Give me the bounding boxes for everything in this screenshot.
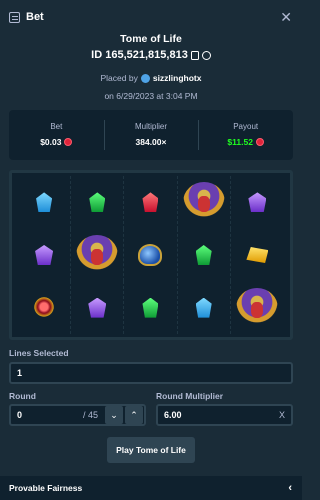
provable-fairness-label: Provable Fairness <box>9 483 83 493</box>
username-link[interactable]: sizzlinghotx <box>153 73 202 83</box>
lines-value: 1 <box>17 368 23 378</box>
yellow-gem-icon <box>246 246 269 263</box>
green-gem-icon <box>195 244 212 265</box>
scarab-icon <box>138 243 163 266</box>
stat-payout-value: $11.52 <box>227 137 253 147</box>
round-multiplier-value: 6.00 <box>164 410 182 420</box>
provable-fairness-toggle[interactable]: Provable Fairness ‹ <box>0 476 302 500</box>
reel-cell <box>124 281 178 334</box>
round-value: 0 <box>17 410 23 420</box>
bet-stats: Bet $0.03 Multiplier 384.00× Payout $11.… <box>9 110 293 160</box>
copy-icon[interactable] <box>190 50 199 60</box>
vip-star-icon <box>140 73 150 83</box>
stat-payout-label: Payout <box>233 122 259 131</box>
bet-date: on 6/29/2023 at 3:04 PM <box>104 91 198 101</box>
round-label: Round <box>9 391 36 401</box>
link-icon[interactable] <box>201 50 211 60</box>
stat-bet: Bet $0.03 <box>9 110 104 160</box>
close-icon[interactable]: ✕ <box>280 9 292 26</box>
game-name[interactable]: Tome of Life <box>0 33 302 45</box>
modal-header: Bet ✕ <box>0 0 302 34</box>
round-multiplier-input[interactable]: 6.00 X <box>156 404 293 426</box>
pharaoh-icon <box>236 287 279 328</box>
reel-cell <box>178 228 231 282</box>
stat-bet-label: Bet <box>50 122 63 131</box>
green-gem-icon <box>89 192 106 213</box>
purple-gem-icon <box>35 244 54 265</box>
bet-id: ID 165,521,815,813 <box>91 49 188 61</box>
purple-gem-icon <box>88 297 107 318</box>
play-game-button[interactable]: Play Tome of Life <box>107 437 195 463</box>
bet-info: Tome of Life ID 165,521,815,813 Placed b… <box>0 30 302 101</box>
reel-cell <box>71 228 125 282</box>
reel-cell <box>231 176 284 229</box>
red-gem-icon <box>142 192 159 213</box>
stat-payout: Payout $11.52 <box>198 110 293 160</box>
placed-by-row: Placed by sizzlinghotx <box>0 73 302 83</box>
reel-cell <box>18 281 72 334</box>
pharaoh-icon <box>182 182 225 223</box>
round-multiplier-label: Round Multiplier <box>156 391 224 401</box>
stat-multiplier-value: 384.00× <box>135 137 167 147</box>
reel-cell <box>18 176 72 229</box>
lines-label: Lines Selected <box>9 348 69 358</box>
slot-grid <box>9 170 293 340</box>
reel-cell <box>71 281 125 334</box>
reel-cell <box>178 281 231 334</box>
round-multiplier-suffix: X <box>278 410 285 420</box>
reel-cell <box>231 281 284 334</box>
modal-title: Bet <box>26 11 44 23</box>
reel-cell <box>71 176 125 229</box>
green-gem-icon <box>142 297 159 318</box>
round-up-button[interactable]: ⌃ <box>125 406 143 424</box>
round-total: / 45 <box>82 410 98 420</box>
placed-by-label: Placed by <box>100 73 138 83</box>
pharaoh-icon <box>76 234 119 275</box>
lines-input[interactable]: 1 <box>9 362 293 384</box>
red-lamp-icon <box>34 296 55 319</box>
stat-bet-value: $0.03 <box>40 137 62 147</box>
reel-cell <box>124 176 178 229</box>
ruby-coin-icon <box>64 138 73 146</box>
bet-id-row: ID 165,521,815,813 <box>0 49 302 61</box>
stat-multiplier: Multiplier 384.00× <box>103 110 199 160</box>
reel-cell <box>231 229 284 282</box>
stat-multiplier-label: Multiplier <box>135 122 168 131</box>
blue-gem-icon <box>195 297 212 318</box>
reel-cell <box>18 228 72 282</box>
chevron-left-icon: ‹ <box>288 482 292 494</box>
bet-icon <box>9 11 20 23</box>
purple-gem-icon <box>248 192 267 213</box>
reel-cell <box>178 176 231 229</box>
blue-gem-icon <box>36 192 53 213</box>
round-down-button[interactable]: ⌄ <box>105 406 123 424</box>
ruby-coin-icon <box>255 138 264 146</box>
reel-cell <box>124 228 178 282</box>
